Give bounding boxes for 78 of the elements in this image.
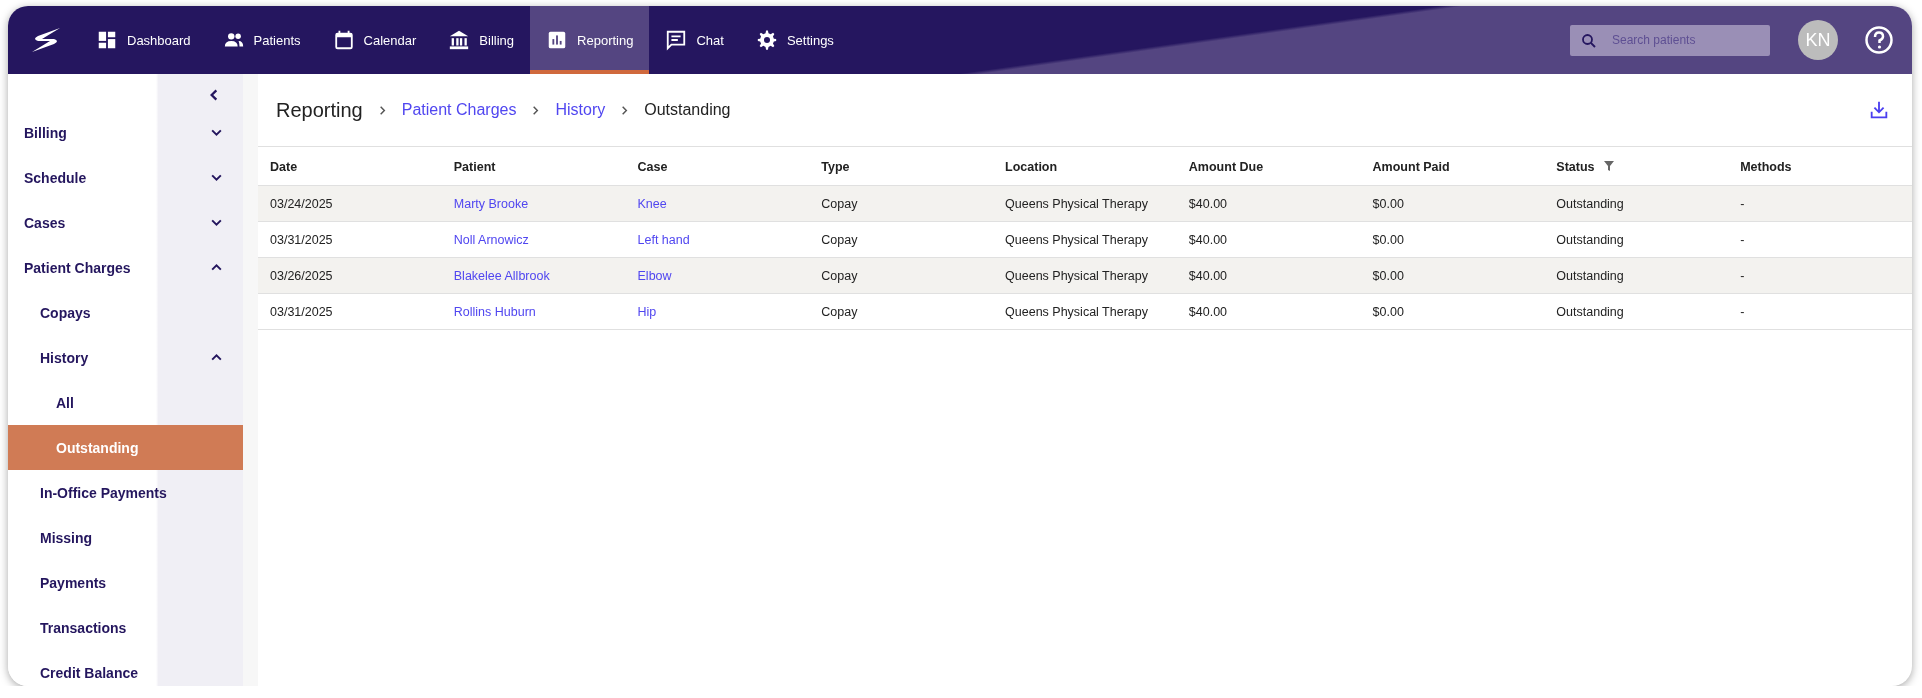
breadcrumb-link[interactable]: Patient Charges bbox=[401, 101, 517, 119]
table-cell: $40.00 bbox=[1176, 221, 1361, 258]
table-cell: $0.00 bbox=[1360, 293, 1545, 330]
sidebar-item[interactable]: Copays bbox=[8, 290, 243, 335]
column-header: Status bbox=[1544, 147, 1729, 186]
table-cell: - bbox=[1728, 221, 1912, 258]
table-link[interactable]: Marty Brooke bbox=[453, 196, 529, 211]
nav-tab[interactable]: Reporting bbox=[530, 6, 650, 74]
table-cell: $0.00 bbox=[1360, 185, 1545, 222]
download-icon[interactable] bbox=[1868, 99, 1890, 121]
page-title: Reporting bbox=[276, 98, 363, 122]
breadcrumb-link[interactable]: History bbox=[555, 101, 606, 119]
table-cell: Queens Physical Therapy bbox=[993, 293, 1177, 330]
search-field[interactable]: Search patients bbox=[1570, 24, 1770, 56]
table-link[interactable]: Knee bbox=[637, 196, 667, 211]
help-icon[interactable] bbox=[1864, 25, 1894, 55]
table-cell: $0.00 bbox=[1360, 221, 1545, 258]
table-cell: - bbox=[1728, 185, 1912, 222]
nav-tab[interactable]: Patients bbox=[206, 6, 317, 74]
table-link[interactable]: Hip bbox=[637, 304, 657, 319]
table-cell: - bbox=[1728, 293, 1912, 330]
nav-tab[interactable]: Billing bbox=[432, 6, 531, 74]
table-cell: - bbox=[1728, 257, 1912, 294]
table-link[interactable]: Blakelee Allbrook bbox=[453, 268, 550, 283]
breadcrumb-current: Outstanding bbox=[644, 101, 731, 119]
column-header: Patient bbox=[441, 147, 626, 186]
table-cell: $40.00 bbox=[1176, 257, 1361, 294]
table-link[interactable]: Elbow bbox=[637, 268, 672, 283]
nav-tab[interactable]: Dashboard bbox=[80, 6, 207, 74]
sidebar-item[interactable]: In-Office Payments bbox=[8, 470, 243, 515]
table-cell: 03/26/2025 bbox=[258, 257, 442, 294]
column-header: Case bbox=[625, 147, 810, 186]
sidebar-item[interactable]: Billing bbox=[8, 110, 243, 155]
sidebar-item[interactable]: Patient Charges bbox=[8, 245, 243, 290]
column-header: Methods bbox=[1728, 147, 1912, 186]
sidebar-item[interactable]: Transactions bbox=[8, 605, 243, 650]
table-cell: Copay bbox=[809, 221, 994, 258]
table-link[interactable]: Noll Arnowicz bbox=[453, 232, 529, 247]
table-link[interactable]: Rollins Huburn bbox=[453, 304, 536, 319]
sidebar-item[interactable]: All bbox=[8, 380, 243, 425]
table-cell: Outstanding bbox=[1544, 293, 1729, 330]
table-cell: Outstanding bbox=[1544, 185, 1729, 222]
column-header: Amount Due bbox=[1176, 147, 1361, 186]
table-cell: Queens Physical Therapy bbox=[993, 185, 1177, 222]
table-cell: Copay bbox=[809, 293, 994, 330]
nav-tab[interactable]: Calendar bbox=[316, 6, 433, 74]
settings-icon bbox=[755, 29, 778, 51]
table-cell: 03/31/2025 bbox=[258, 221, 442, 258]
column-header: Type bbox=[809, 147, 994, 186]
bank-icon bbox=[448, 29, 471, 51]
table-cell: Queens Physical Therapy bbox=[993, 221, 1177, 258]
table-cell: 03/24/2025 bbox=[258, 185, 442, 222]
table-cell: Queens Physical Therapy bbox=[993, 257, 1177, 294]
table-cell: Copay bbox=[809, 185, 994, 222]
table-cell: Outstanding bbox=[1544, 221, 1729, 258]
sidebar-item[interactable]: Schedule bbox=[8, 155, 243, 200]
column-header: Amount Paid bbox=[1360, 147, 1545, 186]
filter-icon[interactable] bbox=[1602, 160, 1615, 173]
table-link[interactable]: Left hand bbox=[637, 232, 690, 247]
table-cell: Outstanding bbox=[1544, 257, 1729, 294]
table-cell: $0.00 bbox=[1360, 257, 1545, 294]
table-cell: Copay bbox=[809, 257, 994, 294]
table-cell: 03/31/2025 bbox=[258, 293, 442, 330]
column-header: Location bbox=[993, 147, 1177, 186]
nav-tab[interactable]: Settings bbox=[739, 6, 850, 74]
chat-icon bbox=[665, 29, 688, 51]
sidebar-item[interactable]: Cases bbox=[8, 200, 243, 245]
table-cell: $40.00 bbox=[1176, 293, 1361, 330]
calendar-icon bbox=[332, 29, 355, 51]
search-icon bbox=[1580, 31, 1598, 50]
sidebar-item[interactable]: Credit Balance bbox=[8, 650, 243, 686]
sidebar-item[interactable]: Payments bbox=[8, 560, 243, 605]
table-cell: $40.00 bbox=[1176, 185, 1361, 222]
dashboard-icon bbox=[96, 29, 118, 51]
nav-tab[interactable]: Chat bbox=[649, 6, 740, 74]
sidebar-item[interactable]: Missing bbox=[8, 515, 243, 560]
column-header: Date bbox=[258, 147, 442, 186]
sidebar-item[interactable]: History bbox=[8, 335, 243, 380]
